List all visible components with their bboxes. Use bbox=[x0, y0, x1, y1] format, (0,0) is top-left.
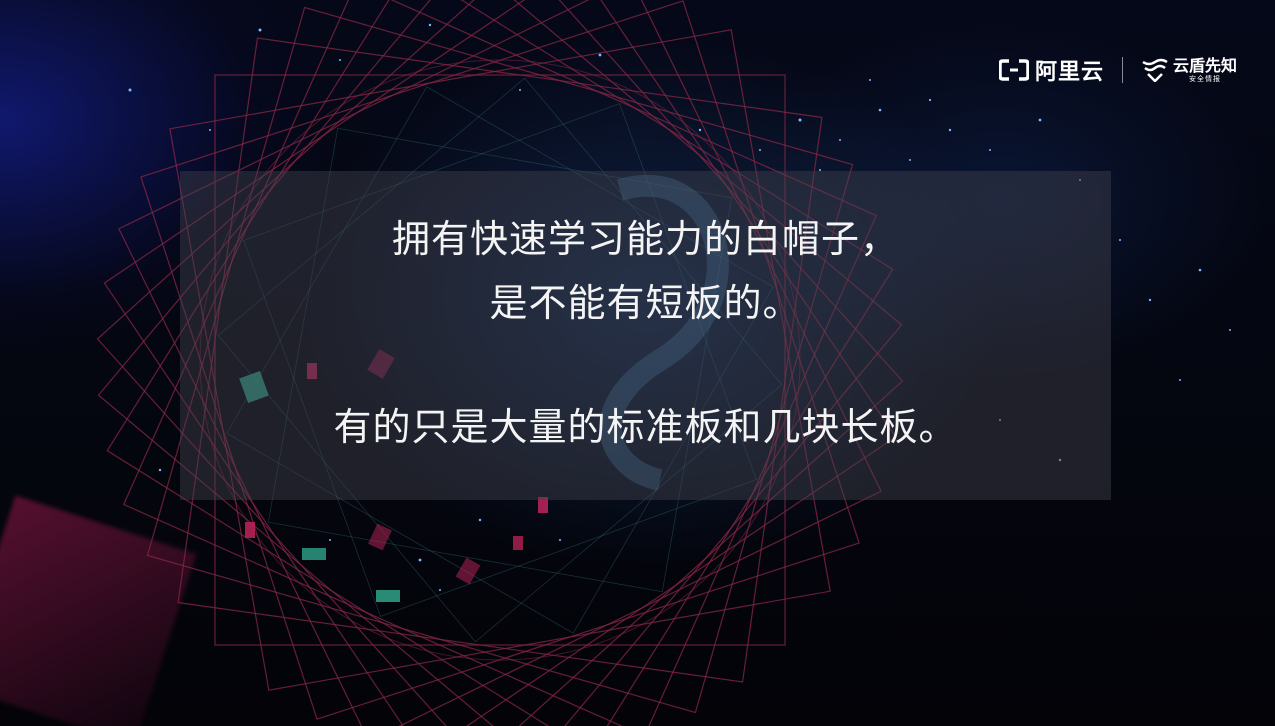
xianzhi-logo-subtitle: 安全情报 bbox=[1188, 74, 1221, 83]
quote-line-2: 是不能有短板的。 bbox=[489, 281, 802, 325]
shield-wave-icon bbox=[1142, 58, 1168, 82]
quote-line-3: 有的只是大量的标准板和几块长板。 bbox=[333, 405, 958, 449]
logo-divider bbox=[1121, 57, 1123, 83]
aliyun-logo-text: 阿里云 bbox=[1034, 60, 1104, 85]
xianzhi-logo-title: 云盾先知 bbox=[1172, 55, 1237, 75]
xianzhi-logo: 云盾先知 安全情报 bbox=[1172, 55, 1237, 83]
quote-panel: 拥有快速学习能力的白帽子， 是不能有短板的。 有的只是大量的标准板和几块长板。 bbox=[180, 171, 1111, 500]
slide-canvas: 阿里云 云盾先知 安全情报 拥有快速学习能力的白帽子， 是不能有短板的。 有的只… bbox=[0, 0, 1275, 726]
brand-logos: 阿里云 云盾先知 安全情报 bbox=[998, 55, 1237, 85]
quote-line-1: 拥有快速学习能力的白帽子， bbox=[391, 217, 899, 261]
aliyun-bracket-icon bbox=[998, 59, 1029, 81]
